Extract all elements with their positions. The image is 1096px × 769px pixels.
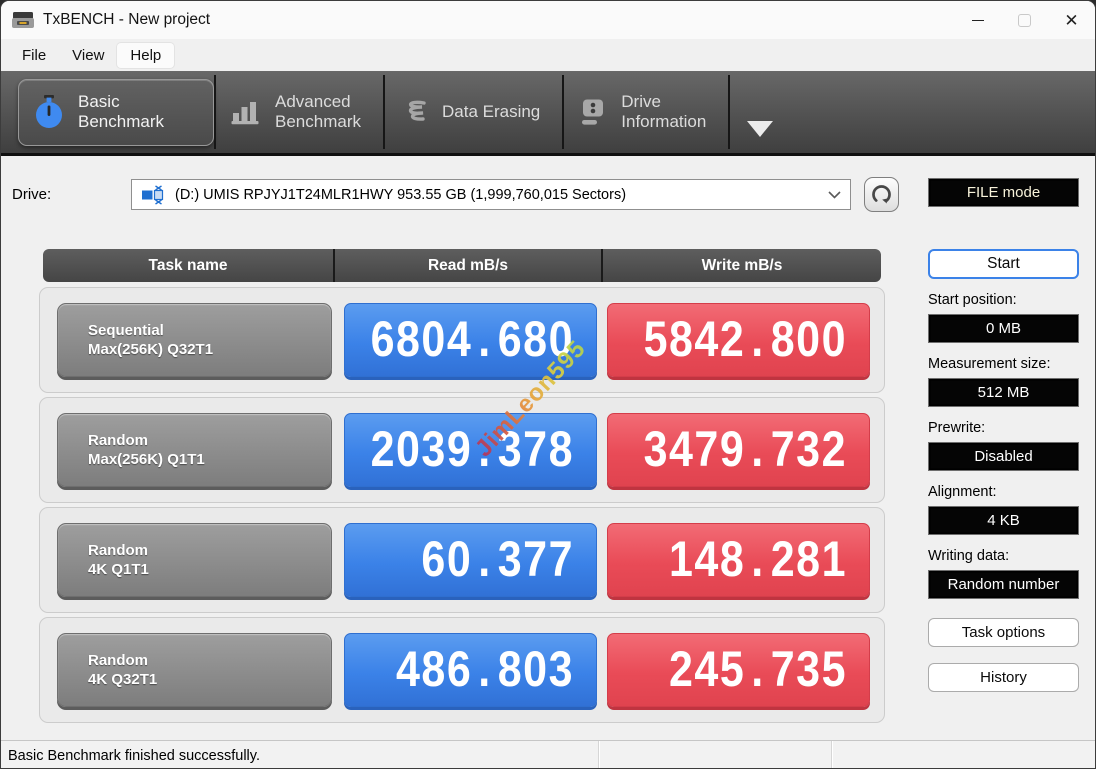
bar-chart-icon [231, 102, 259, 125]
minimize-icon [971, 19, 984, 21]
read-value-panel: 60. 377 [344, 523, 597, 597]
title-bar: TxBENCH - New project ✕ [1, 1, 1095, 39]
task-name-line: Random [88, 651, 148, 669]
write-value-panel: 5842. 800 [607, 303, 870, 377]
tab-basic-benchmark[interactable]: Basic Benchmark [18, 78, 214, 146]
main-panel: Drive: (D:) UMIS RPJYJ1T24MLR1HWY 953.55… [1, 156, 901, 740]
read-value-panel: 486. 803 [344, 633, 597, 707]
minimize-button[interactable] [954, 1, 1001, 39]
writing-data-label: Writing data: [928, 548, 1010, 564]
menu-bar: File View Help [1, 39, 1095, 71]
start-position-value[interactable]: 0 MB [928, 314, 1079, 343]
close-icon: ✕ [1064, 10, 1079, 30]
table-row: Random 4K Q32T1 486. 803 245. 735 [39, 617, 885, 723]
drive-label: Drive: [12, 186, 52, 203]
status-cell [598, 741, 831, 768]
write-value-panel: 245. 735 [607, 633, 870, 707]
tab-label-line: Basic [78, 91, 120, 111]
tab-label-line: Information [621, 112, 707, 131]
window-title: TxBENCH - New project [43, 11, 211, 28]
drive-row: Drive: (D:) UMIS RPJYJ1T24MLR1HWY 953.55… [1, 177, 901, 212]
task-options-button[interactable]: Task options [928, 618, 1079, 647]
tab-bar: Basic Benchmark Advanced Benchmark Data Er… [1, 71, 1095, 156]
tab-label-line: Data Erasing [441, 101, 541, 121]
measurement-size-value[interactable]: 512 MB [928, 378, 1079, 407]
sidebar: FILE mode Start Start position: 0 MB Mea… [901, 156, 1095, 740]
measurement-size-label: Measurement size: [928, 356, 1051, 372]
prewrite-label: Prewrite: [928, 420, 986, 436]
alignment-label: Alignment: [928, 484, 997, 500]
write-value: 245. 735 [669, 641, 847, 698]
header-task-name: Task name [148, 256, 228, 274]
app-window: TxBENCH - New project ✕ File View Help B… [0, 0, 1096, 769]
tab-drive-information[interactable]: Drive Information [564, 82, 728, 142]
results-header-row: Task name Read mB/s Write mB/s [43, 249, 881, 282]
status-cell [831, 741, 1095, 768]
file-mode-button[interactable]: FILE mode [928, 178, 1079, 207]
menu-view[interactable]: View [59, 43, 117, 68]
read-value: 60. 377 [421, 531, 574, 588]
tab-separator [728, 75, 731, 149]
header-write: Write mB/s [601, 249, 881, 282]
write-value: 148. 281 [669, 531, 847, 588]
app-icon [12, 12, 34, 28]
results-rows: Sequential Max(256K) Q32T1 6804. 680 5842… [39, 287, 885, 723]
task-name-line: Random [88, 541, 148, 559]
tab-advanced-benchmark[interactable]: Advanced Benchmark [216, 82, 383, 142]
more-tabs-caret-icon[interactable] [747, 121, 774, 137]
close-button[interactable]: ✕ [1048, 1, 1095, 39]
task-name-line: Max(256K) Q32T1 [88, 341, 214, 358]
start-button[interactable]: Start [928, 249, 1079, 279]
write-value-panel: 3479. 732 [607, 413, 870, 487]
status-bar: Basic Benchmark finished successfully. [1, 740, 1095, 768]
drive-select[interactable]: (D:) UMIS RPJYJ1T24MLR1HWY 953.55 GB (1,… [131, 179, 851, 210]
task-button-random-4k-q32t1[interactable]: Random 4K Q32T1 [57, 633, 332, 707]
content-area: JimLeon595 Drive: (D:) UMIS RPJYJ1T24MLR… [1, 156, 1095, 740]
menu-help[interactable]: Help [117, 42, 175, 68]
read-value-panel: 2039. 378 [344, 413, 597, 487]
writing-data-value[interactable]: Random number [928, 570, 1079, 599]
read-value-panel: 6804. 680 [344, 303, 597, 377]
refresh-icon [872, 185, 891, 204]
write-value-panel: 148. 281 [607, 523, 870, 597]
task-button-random-max-q1t1[interactable]: Random Max(256K) Q1T1 [57, 413, 332, 487]
task-button-sequential-max-q32t1[interactable]: Sequential Max(256K) Q32T1 [57, 303, 332, 377]
drive-selected-text: (D:) UMIS RPJYJ1T24MLR1HWY 953.55 GB (1,… [175, 186, 627, 203]
status-message-cell: Basic Benchmark finished successfully. [1, 741, 598, 768]
prewrite-value[interactable]: Disabled [928, 442, 1079, 471]
tab-label-line: Advanced [275, 91, 351, 111]
start-position-label: Start position: [928, 292, 1017, 308]
maximize-icon [1018, 13, 1031, 27]
task-name-line: 4K Q32T1 [88, 671, 158, 688]
task-name-line: 4K Q1T1 [88, 561, 149, 578]
eraser-icon [408, 100, 426, 121]
history-button[interactable]: History [928, 663, 1079, 692]
read-value: 486. 803 [396, 641, 574, 698]
tab-label-line: Benchmark [78, 112, 164, 131]
write-value: 3479. 732 [643, 421, 847, 478]
refresh-drives-button[interactable] [864, 177, 899, 212]
task-name-line: Random [88, 431, 148, 449]
table-row: Random Max(256K) Q1T1 2039. 378 3479. 732 [39, 397, 885, 503]
maximize-button[interactable] [1001, 1, 1048, 39]
write-value: 5842. 800 [643, 311, 847, 368]
read-value: 2039. 378 [370, 421, 574, 478]
tab-label-line: Benchmark [275, 112, 361, 131]
chevron-down-icon [828, 190, 841, 199]
read-value: 6804. 680 [370, 311, 574, 368]
task-name-line: Sequential [88, 321, 164, 339]
tab-label-line: Drive [621, 91, 661, 111]
task-button-random-4k-q1t1[interactable]: Random 4K Q1T1 [57, 523, 332, 597]
drive-info-icon [582, 99, 604, 125]
menu-file[interactable]: File [9, 43, 59, 68]
table-row: Random 4K Q1T1 60. 377 148. 281 [39, 507, 885, 613]
tab-data-erasing[interactable]: Data Erasing [385, 89, 562, 135]
stopwatch-icon [36, 94, 62, 128]
table-row: Sequential Max(256K) Q32T1 6804. 680 5842… [39, 287, 885, 393]
task-name-line: Max(256K) Q1T1 [88, 451, 205, 468]
alignment-value[interactable]: 4 KB [928, 506, 1079, 535]
status-message: Basic Benchmark finished successfully. [8, 747, 260, 764]
header-read: Read mB/s [333, 249, 601, 282]
drive-icon [142, 184, 164, 205]
